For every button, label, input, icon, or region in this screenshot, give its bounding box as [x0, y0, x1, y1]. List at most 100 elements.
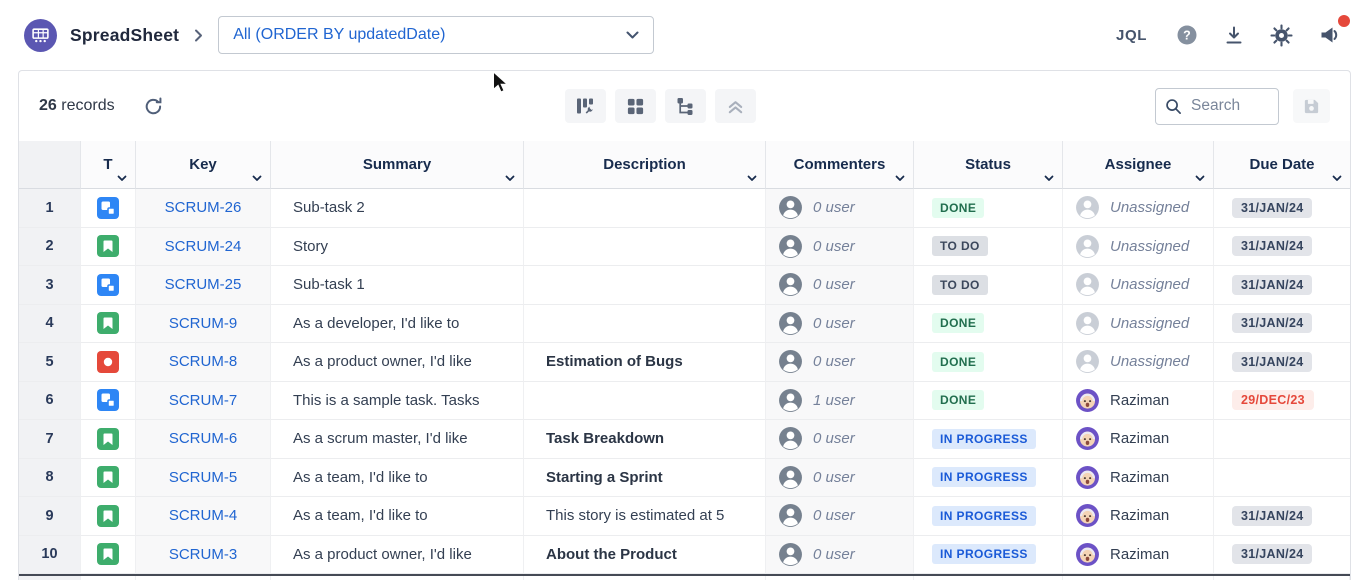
description-cell[interactable]: Starting a Sprint: [524, 459, 766, 498]
column-header-status[interactable]: Status: [914, 141, 1063, 189]
issue-key-cell[interactable]: SCRUM-8: [136, 343, 271, 382]
due-date-cell[interactable]: 31/JAN/24: [1214, 343, 1350, 382]
row-number-cell[interactable]: 9: [19, 497, 81, 536]
summary-cell[interactable]: As a developer, I'd like to: [271, 305, 524, 344]
status-badge[interactable]: TO DO: [932, 236, 988, 256]
row-number-cell[interactable]: 4: [19, 305, 81, 344]
status-badge[interactable]: IN PROGRESS: [932, 506, 1036, 526]
due-date-cell[interactable]: 31/JAN/24: [1214, 305, 1350, 344]
status-badge[interactable]: TO DO: [932, 275, 988, 295]
due-date-badge[interactable]: 31/JAN/24: [1232, 352, 1312, 372]
issue-key-link[interactable]: SCRUM-8: [169, 353, 237, 370]
status-badge[interactable]: DONE: [932, 198, 984, 218]
status-badge[interactable]: DONE: [932, 390, 984, 410]
due-date-cell[interactable]: [1214, 420, 1350, 459]
issue-key-cell[interactable]: SCRUM-9: [136, 305, 271, 344]
search-input[interactable]: [1189, 96, 1267, 116]
issue-type-cell[interactable]: [81, 420, 136, 459]
due-date-cell[interactable]: 31/JAN/24: [1214, 536, 1350, 575]
save-icon[interactable]: [1293, 89, 1330, 123]
commenters-cell[interactable]: 0 user: [766, 305, 914, 344]
commenters-cell[interactable]: 0 user: [766, 343, 914, 382]
due-date-cell[interactable]: 31/JAN/24: [1214, 228, 1350, 267]
summary-cell[interactable]: Story: [271, 228, 524, 267]
due-date-badge[interactable]: 29/DEC/23: [1232, 390, 1314, 410]
settings-gear-icon[interactable]: [1268, 22, 1295, 49]
commenters-cell[interactable]: 1 user: [766, 382, 914, 421]
due-date-cell[interactable]: 29/DEC/23: [1214, 382, 1350, 421]
status-cell[interactable]: IN PROGRESS: [914, 459, 1063, 498]
help-icon[interactable]: ?: [1174, 22, 1200, 48]
chevron-down-icon[interactable]: [895, 175, 905, 182]
issue-type-cell[interactable]: [81, 382, 136, 421]
summary-cell[interactable]: As a team, I'd like to: [271, 497, 524, 536]
status-cell[interactable]: TO DO: [914, 228, 1063, 267]
summary-cell[interactable]: As a product owner, I'd like: [271, 343, 524, 382]
issue-type-cell[interactable]: [81, 497, 136, 536]
summary-cell[interactable]: As a product owner, I'd like: [271, 536, 524, 575]
assignee-cell[interactable]: Unassigned: [1063, 266, 1214, 305]
due-date-cell[interactable]: 31/JAN/24: [1214, 189, 1350, 228]
issue-key-cell[interactable]: SCRUM-7: [136, 382, 271, 421]
due-date-cell[interactable]: 31/JAN/24: [1214, 266, 1350, 305]
chevron-down-icon[interactable]: [1044, 175, 1054, 182]
commenters-cell[interactable]: 0 user: [766, 189, 914, 228]
issue-key-link[interactable]: SCRUM-3: [169, 546, 237, 563]
assignee-cell[interactable]: Raziman: [1063, 497, 1214, 536]
column-header-due-date[interactable]: Due Date: [1214, 141, 1350, 189]
tree-view-icon[interactable]: [665, 89, 706, 123]
due-date-badge[interactable]: 31/JAN/24: [1232, 544, 1312, 564]
chevron-down-icon[interactable]: [117, 175, 127, 182]
description-cell[interactable]: About the Product: [524, 536, 766, 575]
description-cell[interactable]: This story is estimated at 5: [524, 497, 766, 536]
status-badge[interactable]: DONE: [932, 352, 984, 372]
status-badge[interactable]: IN PROGRESS: [932, 429, 1036, 449]
column-settings-icon[interactable]: [565, 89, 606, 123]
issue-key-cell[interactable]: SCRUM-4: [136, 497, 271, 536]
issue-key-cell[interactable]: SCRUM-3: [136, 536, 271, 575]
description-cell[interactable]: [524, 228, 766, 267]
summary-cell[interactable]: As a scrum master, I'd like: [271, 420, 524, 459]
row-number-cell[interactable]: 7: [19, 420, 81, 459]
assignee-cell[interactable]: Raziman: [1063, 382, 1214, 421]
status-badge[interactable]: IN PROGRESS: [932, 467, 1036, 487]
row-number-cell[interactable]: 10: [19, 536, 81, 575]
status-cell[interactable]: IN PROGRESS: [914, 420, 1063, 459]
commenters-cell[interactable]: 0 user: [766, 228, 914, 267]
issue-key-link[interactable]: SCRUM-5: [169, 469, 237, 486]
commenters-cell[interactable]: 0 user: [766, 420, 914, 459]
issue-key-link[interactable]: SCRUM-7: [169, 392, 237, 409]
summary-cell[interactable]: Sub-task 1: [271, 266, 524, 305]
row-number-cell[interactable]: 2: [19, 228, 81, 267]
download-icon[interactable]: [1221, 22, 1247, 48]
view-selector-dropdown[interactable]: All (ORDER BY updatedDate): [218, 16, 654, 54]
issue-type-cell[interactable]: [81, 536, 136, 575]
description-cell[interactable]: [524, 266, 766, 305]
description-cell[interactable]: [524, 189, 766, 228]
column-header-summary[interactable]: Summary: [271, 141, 524, 189]
issue-key-cell[interactable]: SCRUM-24: [136, 228, 271, 267]
issue-key-link[interactable]: SCRUM-26: [165, 199, 242, 216]
announcements-megaphone-icon[interactable]: [1316, 22, 1345, 48]
issue-type-cell[interactable]: [81, 189, 136, 228]
row-number-cell[interactable]: 8: [19, 459, 81, 498]
summary-cell[interactable]: As a team, I'd like to: [271, 459, 524, 498]
issue-key-cell[interactable]: SCRUM-25: [136, 266, 271, 305]
summary-cell[interactable]: Sub-task 2: [271, 189, 524, 228]
commenters-cell[interactable]: 0 user: [766, 266, 914, 305]
issue-key-link[interactable]: SCRUM-24: [165, 238, 242, 255]
assignee-cell[interactable]: Raziman: [1063, 536, 1214, 575]
status-cell[interactable]: DONE: [914, 343, 1063, 382]
chevron-down-icon[interactable]: [1332, 175, 1342, 182]
row-number-cell[interactable]: 6: [19, 382, 81, 421]
assignee-cell[interactable]: Unassigned: [1063, 228, 1214, 267]
issue-type-cell[interactable]: [81, 459, 136, 498]
assignee-cell[interactable]: Unassigned: [1063, 189, 1214, 228]
commenters-cell[interactable]: 0 user: [766, 536, 914, 575]
issue-type-cell[interactable]: [81, 228, 136, 267]
refresh-icon[interactable]: [141, 94, 166, 119]
chevron-down-icon[interactable]: [747, 175, 757, 182]
due-date-badge[interactable]: 31/JAN/24: [1232, 313, 1312, 333]
assignee-cell[interactable]: Raziman: [1063, 420, 1214, 459]
grid-view-icon[interactable]: [615, 89, 656, 123]
